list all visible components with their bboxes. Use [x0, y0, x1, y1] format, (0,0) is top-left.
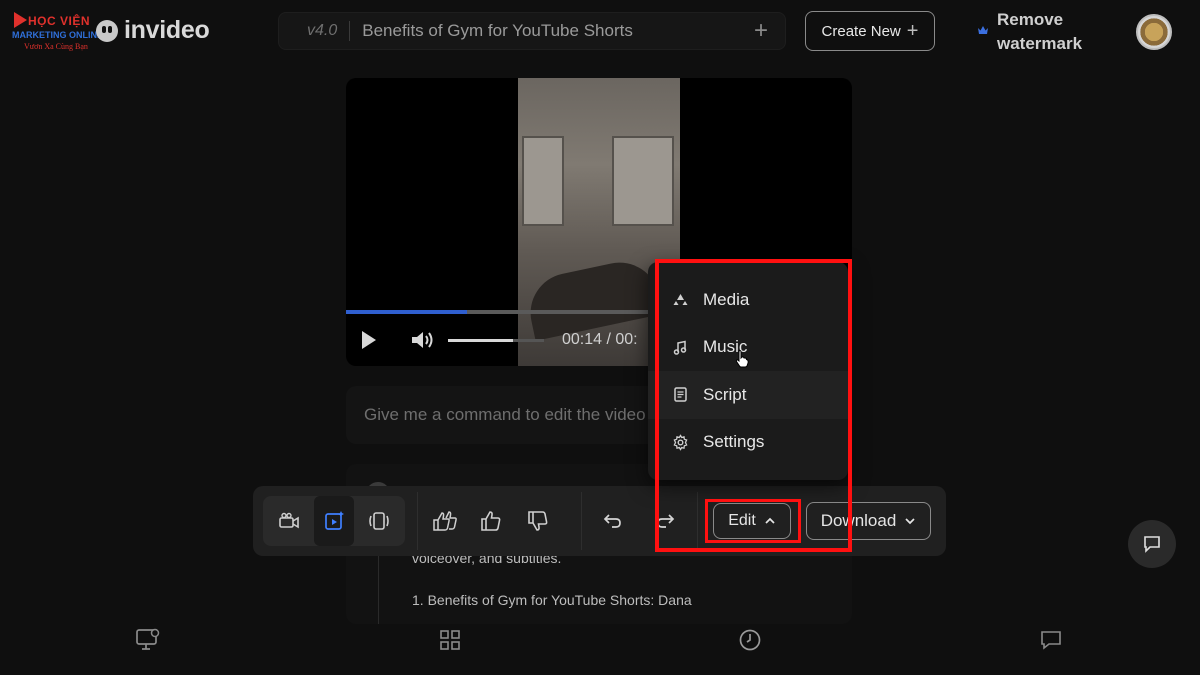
toolbar-divider [417, 492, 418, 550]
toolbar-divider [581, 492, 582, 550]
nav-item-chat[interactable] [1037, 626, 1065, 654]
frame-window [612, 136, 674, 226]
vertical-mode-button[interactable] [359, 496, 399, 546]
thumbs-down-icon [528, 511, 548, 531]
project-title[interactable]: Benefits of Gym for YouTube Shorts [362, 21, 749, 41]
crown-icon [978, 26, 988, 34]
nav-item-grid[interactable] [436, 626, 464, 654]
play-icon[interactable] [362, 331, 376, 349]
dislike-button[interactable] [518, 496, 558, 546]
version-label: v4.0 [307, 22, 338, 39]
clock-icon [739, 629, 761, 651]
chat-support-button[interactable] [1128, 520, 1176, 568]
play-logo-icon [14, 12, 27, 28]
nav-item-history[interactable] [736, 626, 764, 654]
watermark-line-1: HỌC VIỆN [28, 14, 91, 28]
volume-fill [448, 338, 514, 342]
chat-text: 1. Benefits of Gym for YouTube Shorts: D… [412, 592, 692, 608]
create-new-button[interactable]: Create New + [805, 11, 935, 51]
double-thumbs-up-icon [433, 511, 457, 531]
create-new-label: Create New [821, 22, 901, 40]
title-divider [349, 21, 351, 41]
bottom-navigation [0, 618, 1200, 663]
ai-edit-mode-button[interactable] [314, 496, 354, 546]
brand-name: invideo [124, 16, 210, 44]
video-camera-icon [279, 512, 299, 529]
camera-mode-button[interactable] [269, 496, 309, 546]
undo-button[interactable] [593, 496, 633, 546]
phone-vibrate-icon [369, 512, 389, 530]
watermark-line-3: Vươn Xa Cùng Bạn [24, 42, 88, 51]
avatar[interactable] [1136, 14, 1172, 50]
plus-icon: + [906, 19, 919, 42]
volume-slider[interactable] [448, 338, 544, 342]
thumbs-up-icon [481, 511, 501, 531]
add-icon[interactable]: + [749, 17, 773, 45]
project-title-bar[interactable]: v4.0 Benefits of Gym for YouTube Shorts … [278, 12, 786, 50]
message-icon [1041, 631, 1061, 650]
frame-window [522, 136, 564, 226]
watermark-line-2: MARKETING ONLINE [12, 30, 103, 40]
monitor-icon [136, 628, 160, 650]
undo-icon [603, 514, 621, 528]
ai-video-icon [325, 511, 344, 530]
time-display: 00:14 / 00: [562, 331, 638, 348]
overlay-watermark-logo: HỌC VIỆN MARKETING ONLINE Vươn Xa Cùng B… [10, 12, 110, 54]
volume-icon[interactable] [410, 330, 436, 350]
chevron-down-icon [905, 518, 915, 525]
grid-icon [440, 630, 460, 650]
love-it-button[interactable] [426, 496, 466, 546]
invideo-logo-icon [96, 19, 118, 42]
mode-toggle-group [263, 496, 405, 546]
brand-logo[interactable]: invideo [96, 16, 210, 45]
remove-watermark-button[interactable]: Remove watermark [997, 8, 1107, 56]
highlight-box-edit [705, 499, 801, 543]
like-button[interactable] [471, 496, 511, 546]
chat-bubble-icon [1144, 536, 1160, 553]
nav-item-monitor[interactable] [134, 626, 162, 654]
